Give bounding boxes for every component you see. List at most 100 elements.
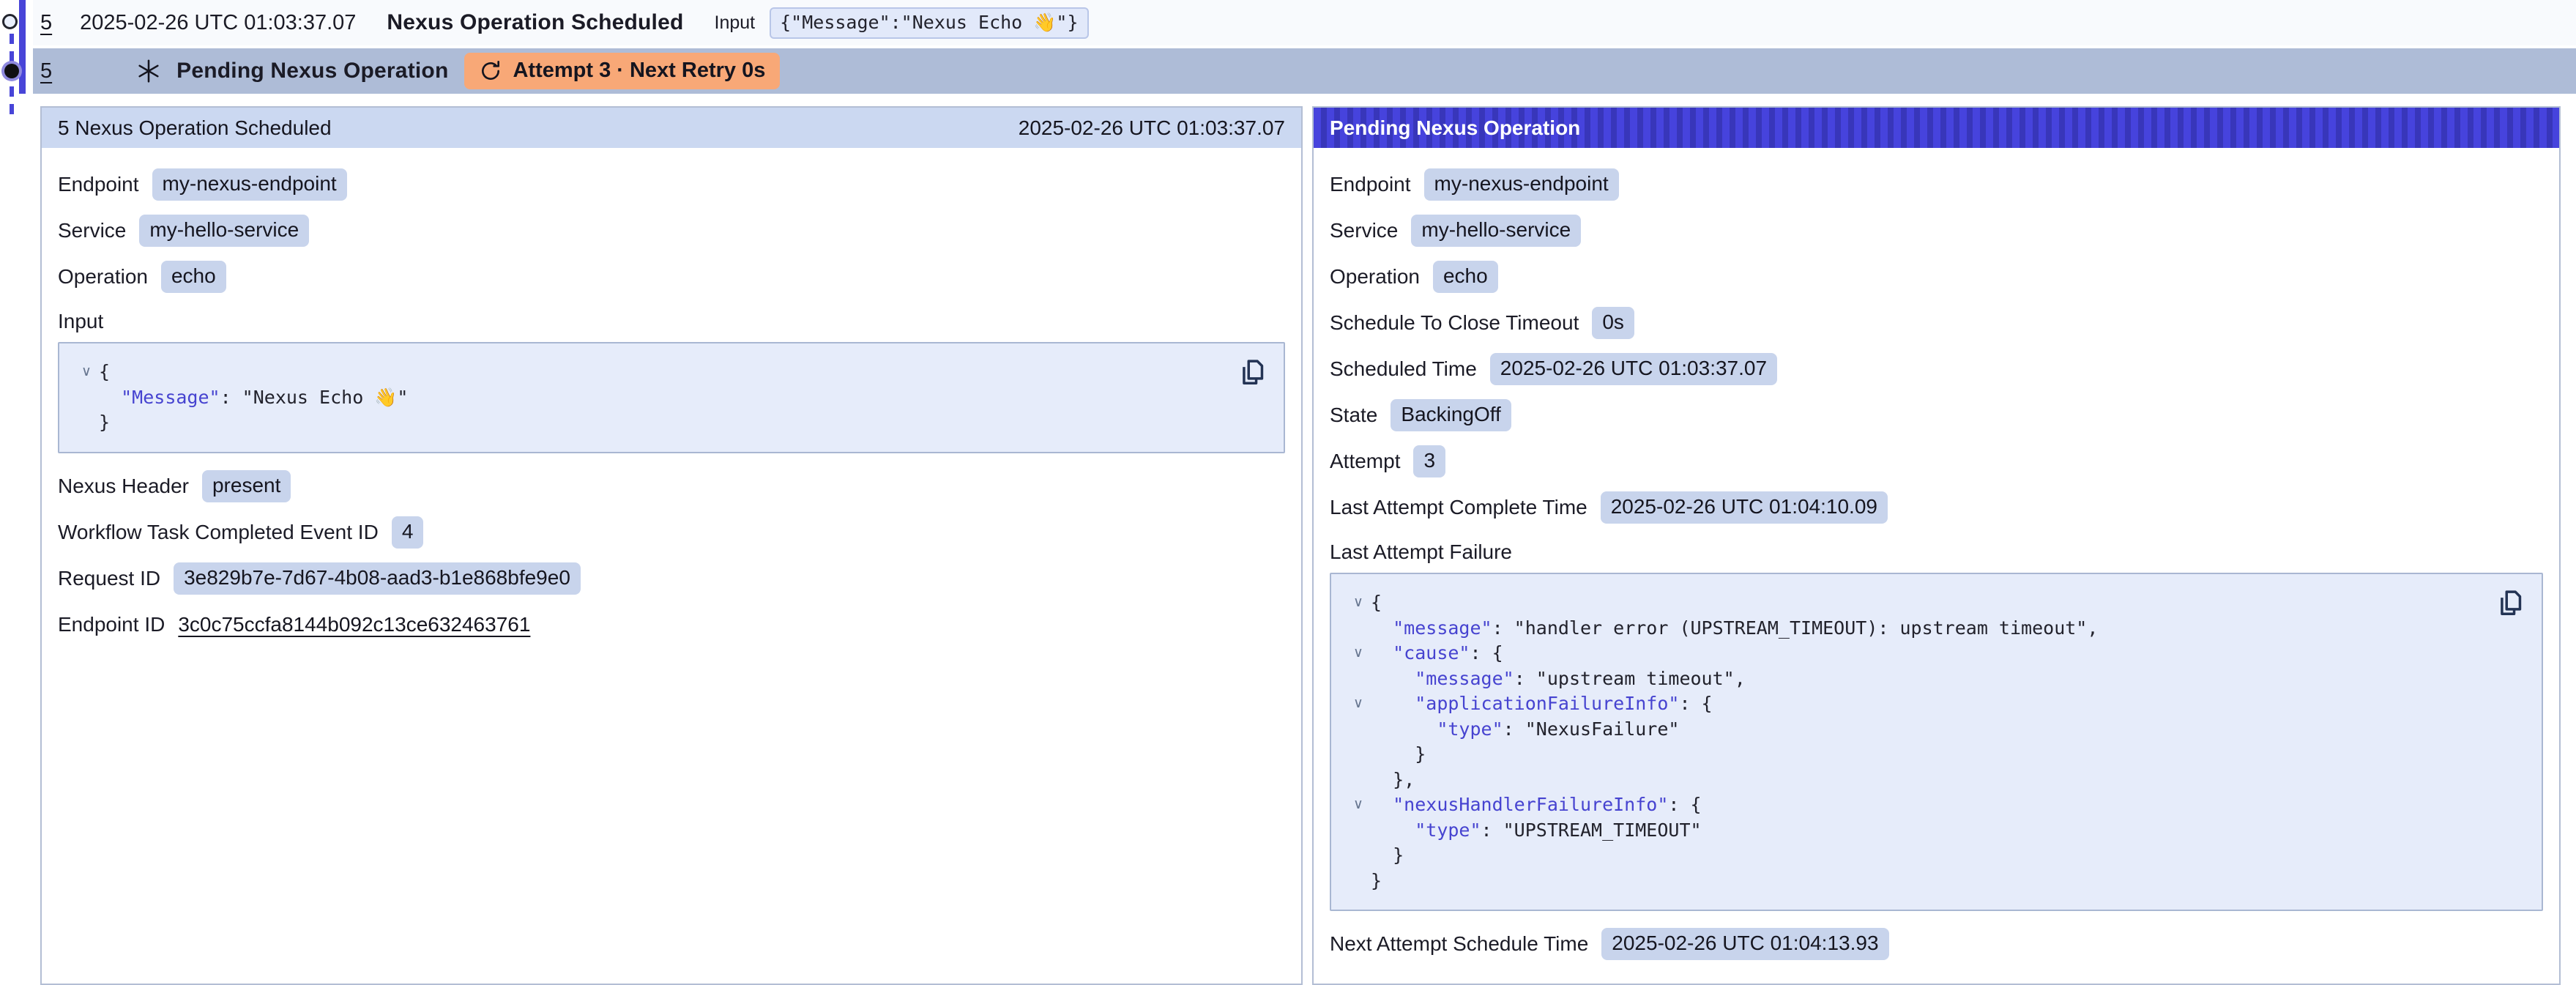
code-line: ∨ "nexusHandlerFailureInfo": { <box>1346 792 2527 818</box>
detail-row-service: Servicemy-hello-service <box>1330 214 2543 248</box>
failure-json-viewer: ∨{ "message": "handler error (UPSTREAM_T… <box>1330 573 2543 911</box>
scheduled-panel-title: 5 Nexus Operation Scheduled <box>58 116 332 140</box>
pending-panel-title: Pending Nexus Operation <box>1330 116 1580 140</box>
detail-row-operation: Operationecho <box>58 260 1285 294</box>
detail-row-workflow-task-completed-event-id: Workflow Task Completed Event ID 4 <box>58 516 1285 549</box>
attempt-retry-badge: Attempt 3 · Next Retry 0s <box>464 53 780 89</box>
timeline-node-current-icon <box>4 64 19 78</box>
detail-row-service: Servicemy-hello-service <box>58 214 1285 248</box>
code-line: "message": "handler error (UPSTREAM_TIME… <box>1346 616 2527 642</box>
field-label: Workflow Task Completed Event ID <box>58 521 379 544</box>
field-label: Nexus Header <box>58 475 189 498</box>
field-value-badge: 3e829b7e-7d67-4b08-aad3-b1e868bfe9e0 <box>174 562 581 595</box>
field-value-badge: 2025-02-26 UTC 01:04:10.09 <box>1601 491 1888 524</box>
collapse-chevron-icon[interactable]: ∨ <box>1346 590 1371 616</box>
detail-row-nexus-header: Nexus Header present <box>58 469 1285 503</box>
scheduled-fields-top: Endpoint my-nexus-endpoint Servicemy-hello… <box>58 168 1285 294</box>
field-value-badge: echo <box>161 261 226 293</box>
code-line: "type": "UPSTREAM_TIMEOUT" <box>1346 818 2527 844</box>
code-text: } <box>1371 869 1382 894</box>
event-id-link[interactable]: 5 <box>40 59 52 83</box>
pending-fields-top: Endpointmy-nexus-endpoint Servicemy-hello… <box>1330 168 2543 524</box>
code-line: }, <box>1346 767 2527 793</box>
field-value-badge: my-hello-service <box>1411 215 1581 247</box>
pending-asterisk-icon <box>135 58 162 84</box>
field-label: Attempt <box>1330 450 1400 473</box>
code-text: "type": "NexusFailure" <box>1371 717 1679 743</box>
field-label: Scheduled Time <box>1330 357 1477 381</box>
code-text: } <box>1371 843 1404 869</box>
input-json-viewer: ∨{ "Message": "Nexus Echo 👋"} <box>58 342 1285 453</box>
field-label: Endpoint <box>58 173 139 196</box>
copy-icon[interactable] <box>2496 587 2524 620</box>
code-line: } <box>1346 742 2527 767</box>
copy-icon[interactable] <box>1238 357 1266 389</box>
detail-row-endpoint: Endpointmy-nexus-endpoint <box>1330 168 2543 201</box>
event-id-link[interactable]: 5 <box>40 11 52 35</box>
code-text: "nexusHandlerFailureInfo": { <box>1371 792 1702 818</box>
code-text: { <box>99 360 110 385</box>
event-timestamp: 2025-02-26 UTC 01:03:37.07 <box>80 11 356 35</box>
code-line: ∨{ <box>74 360 1269 385</box>
field-value-badge: 2025-02-26 UTC 01:03:37.07 <box>1490 353 1777 385</box>
field-value-badge: 3 <box>1413 445 1445 477</box>
field-value-badge: present <box>202 470 291 502</box>
code-line: ∨{ <box>1346 590 2527 616</box>
event-row-pending[interactable]: 5 Pending Nexus Operation Attempt 3 · Ne… <box>33 48 2576 94</box>
field-label: Operation <box>1330 265 1420 289</box>
detail-row-state: StateBackingOff <box>1330 398 2543 432</box>
code-text: } <box>1371 742 1426 767</box>
field-label: Schedule To Close Timeout <box>1330 311 1579 335</box>
code-text: "cause": { <box>1371 641 1503 666</box>
field-value-badge: my-hello-service <box>139 215 309 247</box>
code-line: ∨ "applicationFailureInfo": { <box>1346 691 2527 717</box>
code-text: { <box>1371 590 1382 616</box>
detail-row-next-attempt-schedule-time: Next Attempt Schedule Time 2025-02-26 UTC… <box>1330 927 2543 961</box>
collapse-chevron-icon[interactable]: ∨ <box>1346 641 1371 666</box>
field-value-badge: 0s <box>1592 307 1634 339</box>
event-row-scheduled[interactable]: 5 2025-02-26 UTC 01:03:37.07 Nexus Opera… <box>33 0 2576 45</box>
endpoint-id-link[interactable]: 3c0c75ccfa8144b092c13ce632463761 <box>178 613 530 636</box>
field-label: Next Attempt Schedule Time <box>1330 932 1588 956</box>
detail-row-schedule-to-close-timeout: Schedule To Close Timeout 0s <box>1330 306 2543 340</box>
detail-row-last-attempt-complete-time: Last Attempt Complete Time 2025-02-26 UTC… <box>1330 491 2543 524</box>
code-text: "type": "UPSTREAM_TIMEOUT" <box>1371 818 1702 844</box>
detail-row-endpoint-id: Endpoint ID 3c0c75ccfa8144b092c13ce632463… <box>58 608 1285 642</box>
field-value-badge: my-nexus-endpoint <box>1424 168 1619 201</box>
field-value-badge: echo <box>1433 261 1498 293</box>
code-line: ∨ "cause": { <box>1346 641 2527 666</box>
pending-operation-panel: Pending Nexus Operation Endpointmy-nexus… <box>1312 106 2561 985</box>
input-section-label: Input <box>58 310 1285 333</box>
event-input-preview-badge[interactable]: {"Message":"Nexus Echo 👋"} <box>770 7 1088 39</box>
code-text: "Message": "Nexus Echo 👋" <box>99 385 408 411</box>
pending-fields-bottom: Next Attempt Schedule Time 2025-02-26 UTC… <box>1330 927 2543 961</box>
event-title: Nexus Operation Scheduled <box>387 10 683 35</box>
detail-row-endpoint: Endpoint my-nexus-endpoint <box>58 168 1285 201</box>
field-value-badge: 4 <box>392 516 424 549</box>
code-line: } <box>74 410 1269 436</box>
code-line: } <box>1346 843 2527 869</box>
code-line: "Message": "Nexus Echo 👋" <box>74 385 1269 411</box>
code-line: } <box>1346 869 2527 894</box>
detail-row-scheduled-time: Scheduled Time 2025-02-26 UTC 01:03:37.07 <box>1330 352 2543 386</box>
field-label: State <box>1330 404 1377 427</box>
field-label: Last Attempt Complete Time <box>1330 496 1587 519</box>
field-value-badge: 2025-02-26 UTC 01:04:13.93 <box>1601 928 1888 960</box>
field-label: Endpoint ID <box>58 613 165 636</box>
scheduled-panel-timestamp: 2025-02-26 UTC 01:03:37.07 <box>1019 116 1285 140</box>
collapse-chevron-icon[interactable]: ∨ <box>1346 792 1371 818</box>
timeline-node-open-icon <box>2 14 18 29</box>
collapse-chevron-icon[interactable]: ∨ <box>1346 691 1371 717</box>
event-input-label: Input <box>715 12 756 34</box>
field-label: Request ID <box>58 567 160 590</box>
scheduled-event-panel: 5 Nexus Operation Scheduled 2025-02-26 U… <box>40 106 1303 985</box>
failure-section-label: Last Attempt Failure <box>1330 540 2543 564</box>
code-text: "message": "upstream timeout", <box>1371 666 1746 692</box>
timeline-active-bar <box>19 0 26 94</box>
code-text: }, <box>1371 767 1415 793</box>
detail-row-request-id: Request ID 3e829b7e-7d67-4b08-aad3-b1e868… <box>58 562 1285 595</box>
retry-icon <box>479 59 502 83</box>
field-value-badge: my-nexus-endpoint <box>152 168 347 201</box>
collapse-chevron-icon[interactable]: ∨ <box>74 360 99 385</box>
code-text: "applicationFailureInfo": { <box>1371 691 1713 717</box>
